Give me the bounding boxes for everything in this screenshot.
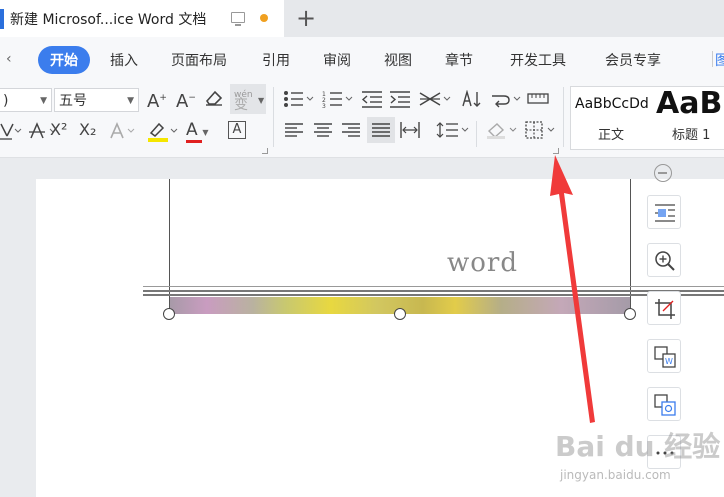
resize-handle-left[interactable] bbox=[163, 308, 175, 320]
chinese-layout-icon[interactable] bbox=[418, 90, 452, 112]
ribbon-toolbar: ) ▼ 五号 ▼ A+ A− wén 变 ▼ X² X₂ A ▼ A 123 A… bbox=[0, 81, 724, 158]
tab-bar: 新建 Microsof...ice Word 文档 + bbox=[0, 0, 724, 37]
distributed-align-icon[interactable] bbox=[400, 121, 420, 143]
style-heading-1[interactable]: AaBb 标题 1 bbox=[654, 88, 724, 146]
font-name-dropdown[interactable]: ) ▼ bbox=[0, 88, 52, 112]
align-center-icon[interactable] bbox=[314, 122, 332, 142]
zoom-in-icon bbox=[655, 251, 675, 271]
layout-options-icon bbox=[655, 204, 675, 222]
style-normal-label: 正文 bbox=[598, 128, 625, 143]
border-line bbox=[143, 294, 724, 296]
decrease-indent-icon[interactable] bbox=[361, 90, 383, 112]
menu-item-insert[interactable]: 插入 bbox=[110, 50, 138, 70]
increase-indent-icon[interactable] bbox=[389, 90, 411, 112]
border-line bbox=[143, 290, 724, 292]
menu-item-home[interactable]: 开始 bbox=[38, 46, 90, 74]
menu-item-page-layout[interactable]: 页面布局 bbox=[171, 50, 227, 70]
align-left-icon[interactable] bbox=[285, 122, 303, 142]
menu-item-references[interactable]: 引用 bbox=[262, 50, 290, 70]
resize-handle-middle[interactable] bbox=[394, 308, 406, 320]
justify-icon bbox=[372, 123, 390, 137]
superscript-button[interactable]: X² bbox=[50, 121, 67, 139]
watermark-brand: Bai du 经验 bbox=[555, 430, 721, 463]
zoom-in-button[interactable] bbox=[647, 243, 681, 277]
clear-format-icon[interactable] bbox=[204, 89, 224, 111]
text-effect-icon[interactable] bbox=[109, 121, 137, 145]
font-name-value: ) bbox=[3, 93, 9, 109]
style-heading-label: 标题 1 bbox=[672, 128, 711, 143]
image-translate-icon bbox=[654, 394, 676, 416]
shrink-font-letter: A bbox=[176, 91, 189, 112]
group-divider bbox=[273, 87, 274, 147]
style-normal-preview: AaBbCcDd bbox=[575, 96, 649, 112]
menu-bar: ‹ 开始 插入 页面布局 引用 审阅 视图 章节 开发工具 会员专享 图 bbox=[0, 37, 724, 81]
menu-item-section[interactable]: 章节 bbox=[445, 50, 473, 70]
grow-font-icon[interactable]: A+ bbox=[147, 89, 167, 111]
font-color-icon[interactable]: A ▼ bbox=[186, 120, 209, 143]
group-divider bbox=[476, 121, 477, 147]
border-line bbox=[143, 286, 724, 287]
document-tab-title: 新建 Microsof...ice Word 文档 bbox=[10, 12, 207, 28]
font-dialog-launcher[interactable] bbox=[262, 148, 268, 154]
highlight-icon[interactable] bbox=[147, 121, 179, 147]
shading-icon[interactable] bbox=[486, 121, 520, 143]
monitor-icon[interactable] bbox=[231, 12, 245, 26]
menu-item-member[interactable]: 会员专享 bbox=[605, 50, 661, 70]
underline-icon[interactable] bbox=[0, 121, 22, 145]
style-normal[interactable]: AaBbCcDd 正文 bbox=[572, 88, 652, 146]
image-to-text-icon: W bbox=[654, 346, 676, 368]
annotation-arrow-icon bbox=[550, 155, 595, 423]
subscript-button[interactable]: X₂ bbox=[79, 121, 96, 139]
crop-icon bbox=[655, 299, 675, 319]
font-size-value: 五号 bbox=[59, 93, 87, 109]
layout-options-button[interactable] bbox=[647, 195, 681, 229]
menu-divider bbox=[712, 51, 713, 67]
menu-item-developer[interactable]: 开发工具 bbox=[510, 50, 566, 70]
justify-button[interactable] bbox=[367, 117, 395, 143]
pinyin-bottom: 变 bbox=[234, 97, 248, 113]
pinyin-guide-button[interactable]: wén 变 ▼ bbox=[230, 84, 266, 114]
borders-icon[interactable] bbox=[525, 121, 559, 143]
character-border-icon[interactable]: A bbox=[228, 121, 246, 139]
image-translate-button[interactable] bbox=[647, 387, 681, 421]
line-spacing-icon[interactable] bbox=[436, 121, 470, 143]
resize-handle-right[interactable] bbox=[624, 308, 636, 320]
chevron-down-icon: ▼ bbox=[202, 128, 209, 137]
align-right-icon[interactable] bbox=[342, 122, 360, 142]
image-to-text-button[interactable]: W bbox=[647, 339, 681, 373]
document-tab[interactable]: 新建 Microsof...ice Word 文档 bbox=[0, 0, 284, 37]
numbering-icon[interactable]: 123 bbox=[322, 90, 354, 112]
bullets-icon[interactable] bbox=[283, 90, 315, 112]
font-color-letter: A bbox=[186, 120, 198, 140]
menu-chevron-left-icon[interactable]: ‹ bbox=[6, 51, 12, 67]
ruler-icon[interactable] bbox=[527, 90, 549, 112]
document-tab-accent bbox=[0, 9, 4, 29]
watermark-url: jingyan.baidu.com bbox=[560, 468, 671, 482]
sort-icon[interactable] bbox=[462, 89, 482, 112]
font-color-bar bbox=[186, 140, 202, 143]
new-tab-button[interactable]: + bbox=[296, 6, 316, 30]
font-size-dropdown[interactable]: 五号 ▼ bbox=[54, 88, 139, 112]
shrink-font-icon[interactable]: A− bbox=[176, 89, 196, 111]
group-divider bbox=[563, 87, 564, 147]
menu-item-picture-tools[interactable]: 图 bbox=[715, 50, 724, 70]
chevron-down-icon: ▼ bbox=[40, 96, 47, 106]
style-heading-preview: AaBb bbox=[656, 88, 724, 121]
chevron-down-icon: ▼ bbox=[258, 96, 265, 105]
grow-font-letter: A bbox=[147, 91, 160, 112]
menu-item-review[interactable]: 审阅 bbox=[323, 50, 351, 70]
unsaved-dot-icon bbox=[260, 14, 268, 22]
collapse-icon[interactable] bbox=[654, 164, 672, 182]
menu-item-view[interactable]: 视图 bbox=[384, 50, 412, 70]
chevron-down-icon: ▼ bbox=[127, 96, 134, 106]
svg-text:3: 3 bbox=[322, 103, 326, 108]
document-text[interactable]: word bbox=[447, 248, 518, 278]
line-break-icon[interactable] bbox=[490, 90, 522, 112]
svg-text:W: W bbox=[665, 357, 673, 366]
crop-button[interactable] bbox=[647, 291, 681, 325]
